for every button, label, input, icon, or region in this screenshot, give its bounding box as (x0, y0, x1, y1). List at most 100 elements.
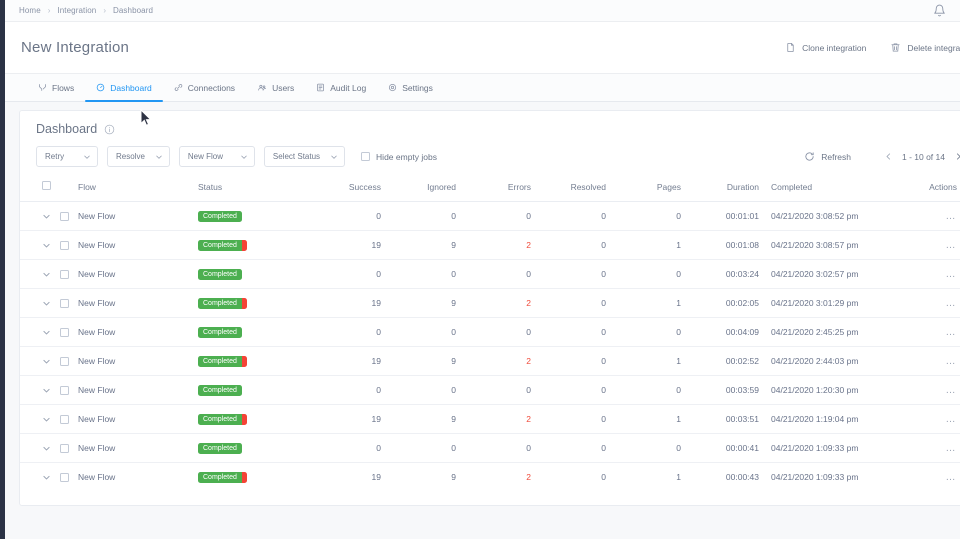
expand-chevron-icon[interactable] (42, 357, 51, 366)
tab-settings[interactable]: Settings (377, 74, 444, 101)
row-checkbox[interactable] (60, 357, 69, 366)
row-checkbox[interactable] (60, 415, 69, 424)
column-pages[interactable]: Pages (606, 177, 681, 202)
expand-chevron-icon[interactable] (42, 328, 51, 337)
expand-chevron-icon[interactable] (42, 212, 51, 221)
cell-pages: 1 (606, 347, 681, 376)
column-success[interactable]: Success (306, 177, 381, 202)
cell-flow: New Flow (78, 231, 198, 260)
more-actions-icon[interactable]: … (946, 443, 958, 454)
tab-connections[interactable]: Connections (163, 74, 246, 101)
row-checkbox[interactable] (60, 444, 69, 453)
breadcrumb-item-integration[interactable]: Integration (57, 6, 96, 15)
jobs-table: Flow Status Success Ignored Errors Resol… (20, 177, 960, 492)
more-actions-icon[interactable]: … (946, 414, 958, 425)
row-actions-button[interactable]: … (909, 202, 960, 231)
delete-integration-button[interactable]: Delete integration (890, 42, 960, 53)
expand-chevron-icon[interactable] (42, 270, 51, 279)
cell-errors: 2 (456, 405, 531, 434)
flow-dropdown[interactable]: New Flow (179, 146, 255, 167)
expand-chevron-icon[interactable] (42, 415, 51, 424)
status-badge-label: Completed (198, 211, 242, 222)
row-actions-button[interactable]: … (909, 405, 960, 434)
column-resolved[interactable]: Resolved (531, 177, 606, 202)
row-actions-button[interactable]: … (909, 463, 960, 492)
status-badge: Completed (198, 376, 306, 405)
row-actions-button[interactable]: … (909, 260, 960, 289)
row-actions-button[interactable]: … (909, 347, 960, 376)
cell-completed: 04/21/2020 1:09:33 pm (759, 463, 909, 492)
tab-flows-label: Flows (52, 83, 74, 93)
row-actions-button[interactable]: … (909, 289, 960, 318)
row-actions-button[interactable]: … (909, 376, 960, 405)
row-actions-button[interactable]: … (909, 231, 960, 260)
expand-chevron-icon[interactable] (42, 473, 51, 482)
table-row[interactable]: New FlowCompleted0000000:03:2404/21/2020… (20, 260, 960, 289)
cell-duration: 00:04:09 (681, 318, 759, 347)
expand-chevron-icon[interactable] (42, 241, 51, 250)
column-duration[interactable]: Duration (681, 177, 759, 202)
tab-dashboard[interactable]: Dashboard (85, 74, 163, 101)
row-checkbox[interactable] (60, 241, 69, 250)
row-select-cell (20, 318, 78, 347)
cell-flow: New Flow (78, 376, 198, 405)
cell-pages: 0 (606, 260, 681, 289)
select-all-checkbox[interactable] (42, 181, 51, 190)
table-row[interactable]: New FlowCompleted19920100:00:4304/21/202… (20, 463, 960, 492)
row-actions-button[interactable]: … (909, 318, 960, 347)
row-checkbox[interactable] (60, 270, 69, 279)
tab-flows[interactable]: Flows (27, 74, 85, 101)
table-row[interactable]: New FlowCompleted0000000:03:5904/21/2020… (20, 376, 960, 405)
row-select-cell (20, 202, 78, 231)
hide-empty-jobs-box[interactable] (361, 152, 370, 161)
breadcrumb-item-home[interactable]: Home (19, 6, 41, 15)
more-actions-icon[interactable]: … (946, 211, 958, 222)
info-icon[interactable] (104, 124, 115, 135)
more-actions-icon[interactable]: … (946, 269, 958, 280)
chevron-left-icon[interactable] (884, 152, 893, 161)
column-status[interactable]: Status (198, 177, 306, 202)
table-row[interactable]: New FlowCompleted0000000:04:0904/21/2020… (20, 318, 960, 347)
column-ignored[interactable]: Ignored (381, 177, 456, 202)
row-checkbox[interactable] (60, 299, 69, 308)
bell-icon[interactable] (933, 4, 946, 17)
resolve-dropdown[interactable]: Resolve (107, 146, 170, 167)
table-row[interactable]: New FlowCompleted0000000:00:4104/21/2020… (20, 434, 960, 463)
cell-completed: 04/21/2020 2:45:25 pm (759, 318, 909, 347)
refresh-button[interactable]: Refresh (804, 151, 851, 162)
more-actions-icon[interactable]: … (946, 356, 958, 367)
row-checkbox[interactable] (60, 473, 69, 482)
row-checkbox[interactable] (60, 328, 69, 337)
hide-empty-jobs-checkbox[interactable]: Hide empty jobs (361, 152, 437, 162)
expand-chevron-icon[interactable] (42, 386, 51, 395)
row-checkbox[interactable] (60, 212, 69, 221)
more-actions-icon[interactable]: … (946, 472, 958, 483)
status-dropdown[interactable]: Select Status (264, 146, 345, 167)
more-actions-icon[interactable]: … (946, 298, 958, 309)
more-actions-icon[interactable]: … (946, 385, 958, 396)
main-content: Home › Integration › Dashboard (5, 0, 960, 539)
tab-audit-log[interactable]: Audit Log (305, 74, 377, 101)
expand-chevron-icon[interactable] (42, 299, 51, 308)
cell-errors: 0 (456, 202, 531, 231)
column-completed[interactable]: Completed (759, 177, 909, 202)
column-flow[interactable]: Flow (78, 177, 198, 202)
row-actions-button[interactable]: … (909, 434, 960, 463)
clone-integration-button[interactable]: Clone integration (785, 42, 866, 53)
table-row[interactable]: New FlowCompleted19920100:03:5104/21/202… (20, 405, 960, 434)
tab-users[interactable]: Users (246, 74, 305, 101)
card-wrapper: Dashboard Retry Reso (5, 102, 960, 539)
breadcrumb-item-dashboard[interactable]: Dashboard (113, 6, 153, 15)
more-actions-icon[interactable]: … (946, 240, 958, 251)
expand-chevron-icon[interactable] (42, 444, 51, 453)
table-row[interactable]: New FlowCompleted19920100:02:5204/21/202… (20, 347, 960, 376)
table-row[interactable]: New FlowCompleted19920100:02:0504/21/202… (20, 289, 960, 318)
retry-dropdown[interactable]: Retry (36, 146, 98, 167)
cell-resolved: 0 (531, 376, 606, 405)
row-checkbox[interactable] (60, 386, 69, 395)
column-errors[interactable]: Errors (456, 177, 531, 202)
more-actions-icon[interactable]: … (946, 327, 958, 338)
table-row[interactable]: New FlowCompleted0000000:01:0104/21/2020… (20, 202, 960, 231)
table-row[interactable]: New FlowCompleted19920100:01:0804/21/202… (20, 231, 960, 260)
chevron-right-icon[interactable] (954, 152, 960, 161)
